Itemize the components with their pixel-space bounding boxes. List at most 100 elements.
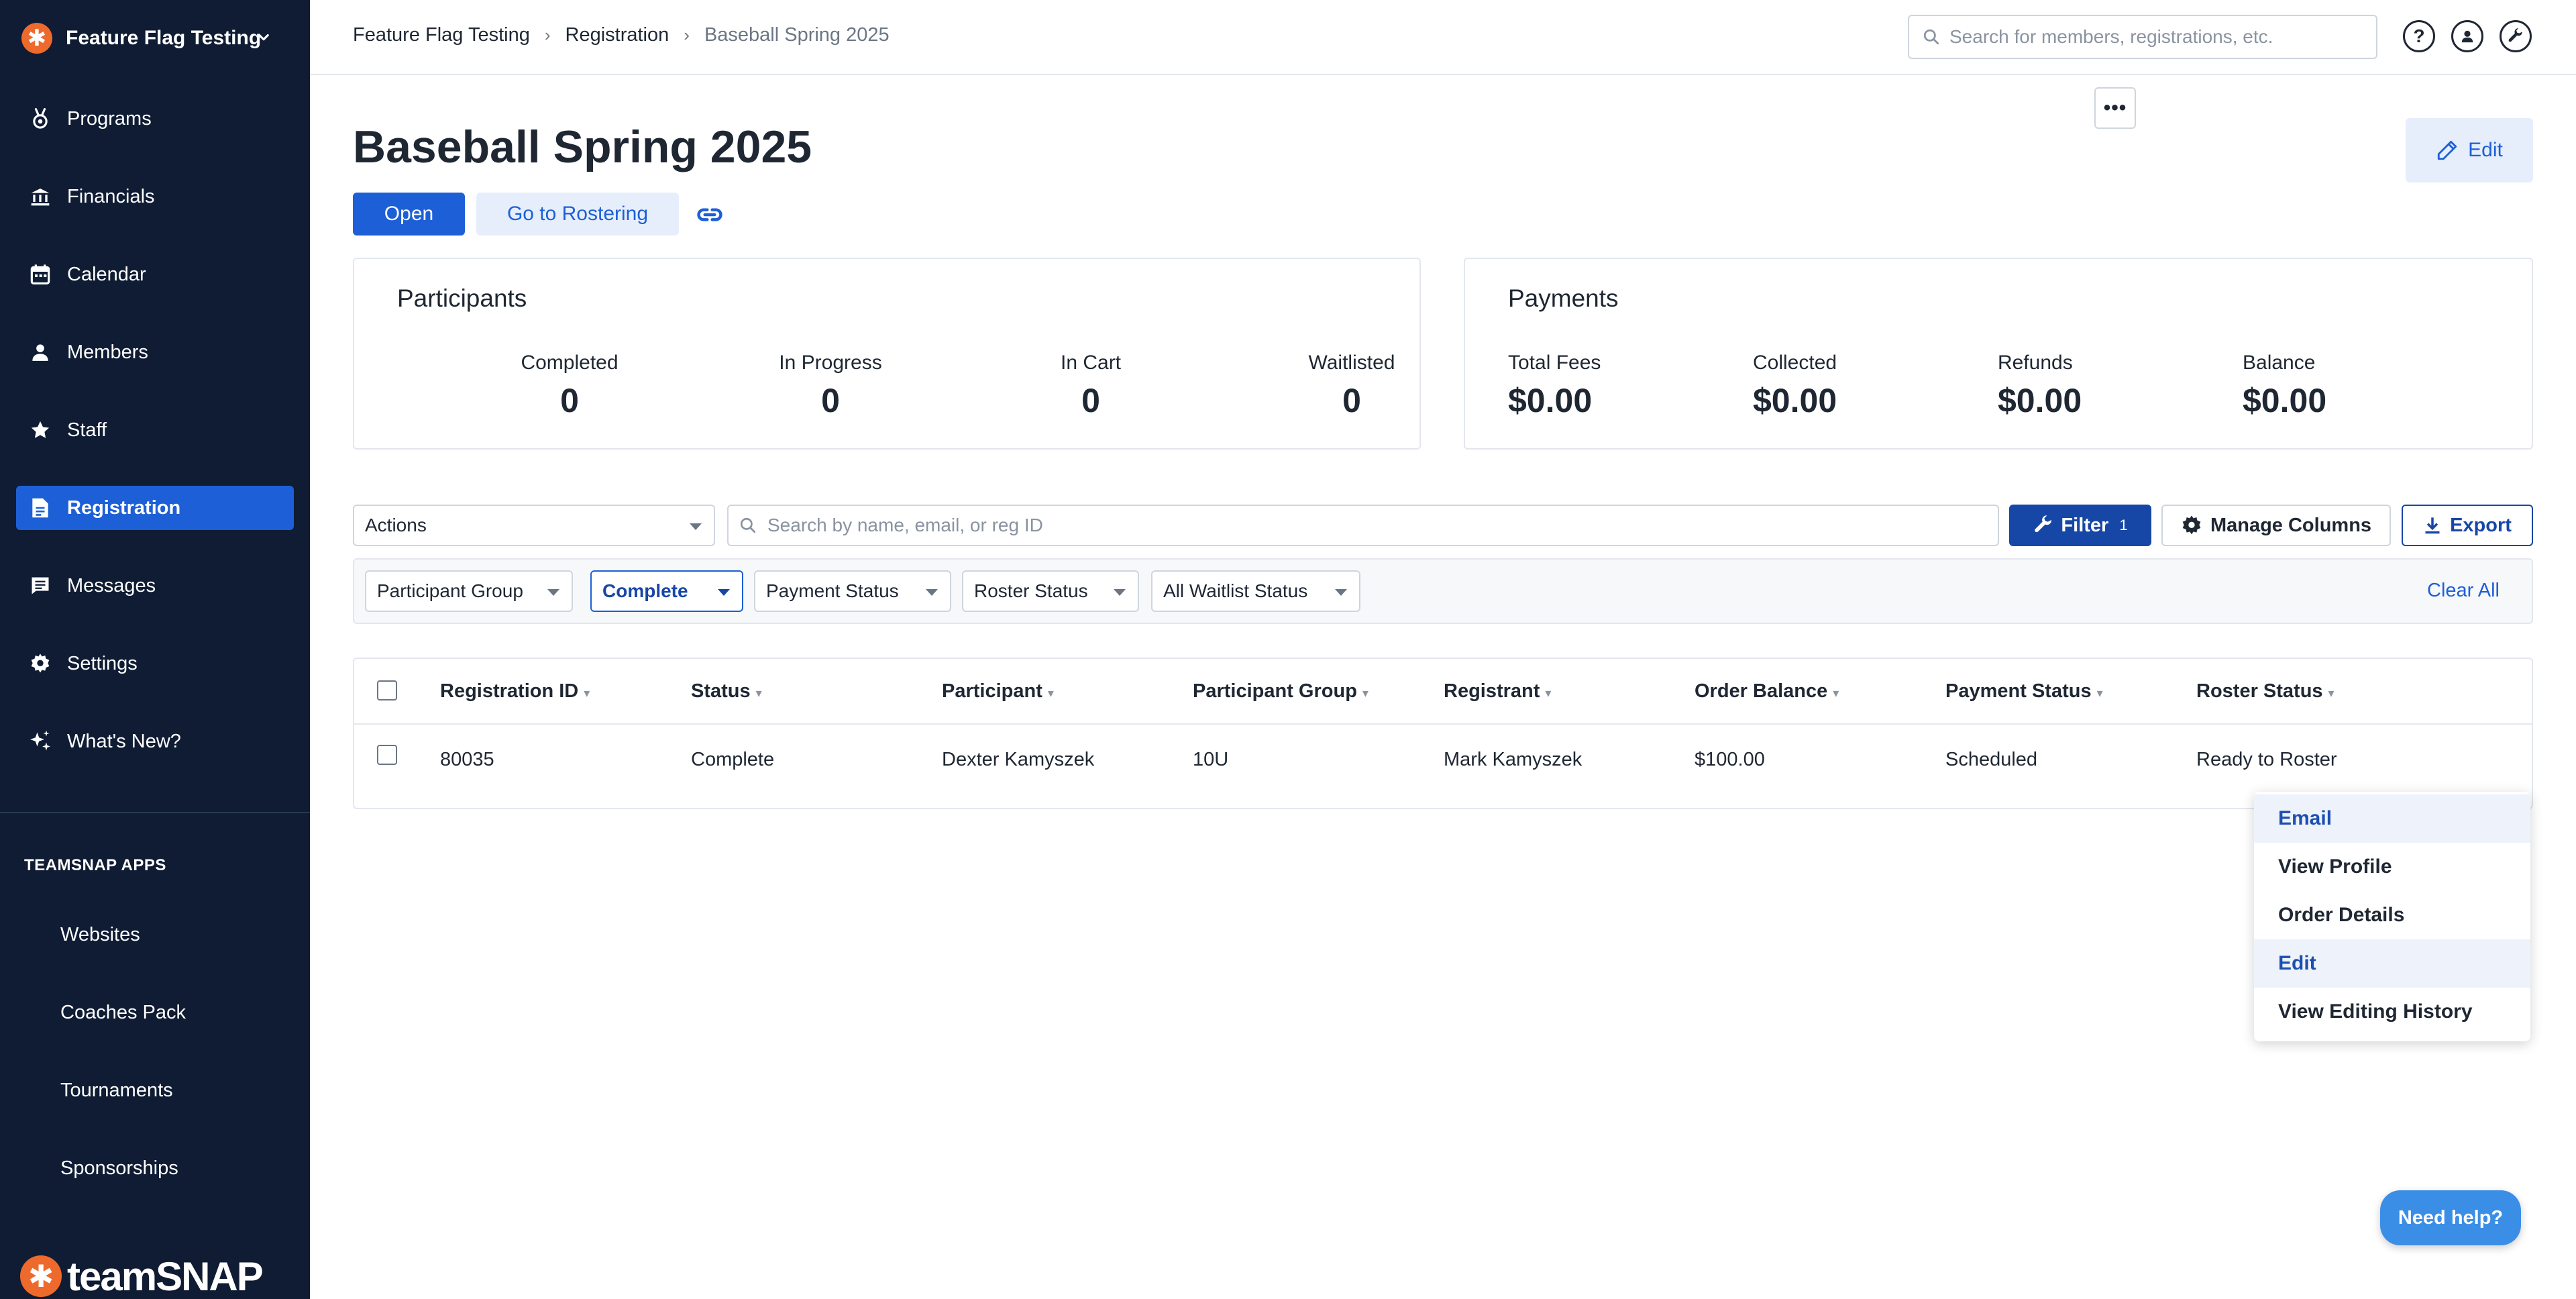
stat-value: 0 xyxy=(560,382,579,419)
cell-payment-status: Scheduled xyxy=(1945,749,2038,770)
need-help-button[interactable]: Need help? xyxy=(2380,1190,2521,1245)
sort-icon: ▾ xyxy=(2096,686,2103,700)
payments-card: Payments Total Fees $0.00 Collected $0.0… xyxy=(1464,258,2533,450)
registration-search[interactable] xyxy=(727,505,1999,546)
column-header-registrant[interactable]: Registrant ▾ xyxy=(1444,680,1551,703)
column-header-status[interactable]: Status ▾ xyxy=(691,680,762,703)
open-status-button[interactable]: Open xyxy=(353,193,465,236)
column-header-label: Participant Group xyxy=(1193,680,1357,702)
wrench-icon xyxy=(2035,515,2052,533)
table-header: Registration ID ▾ Status ▾ Participant ▾ Pa… xyxy=(354,659,2532,725)
cell-order-balance: $100.00 xyxy=(1695,749,1765,770)
sidebar-item-programs[interactable]: Programs xyxy=(16,97,294,141)
row-checkbox[interactable] xyxy=(377,745,397,765)
go-to-rostering-button[interactable]: Go to Rostering xyxy=(476,193,679,236)
app-item-websites[interactable]: Websites xyxy=(60,915,186,954)
sidebar-item-messages[interactable]: Messages xyxy=(16,564,294,608)
sidebar-item-staff[interactable]: Staff xyxy=(16,408,294,452)
link-icon[interactable] xyxy=(695,200,724,229)
app-item-sponsorships[interactable]: Sponsorships xyxy=(60,1149,186,1188)
row-actions-menu: Email View Profile Order Details Edit Vi… xyxy=(2254,792,2530,1041)
column-header-label: Participant xyxy=(942,680,1042,702)
org-switcher[interactable]: ✱ Feature Flag Testing xyxy=(21,19,290,58)
column-header-registration-id[interactable]: Registration ID ▾ xyxy=(440,680,590,703)
top-bar: Feature Flag Testing › Registration › Ba… xyxy=(310,0,2576,75)
roster-status-filter[interactable]: Roster Status xyxy=(962,570,1139,612)
actions-dropdown[interactable]: Actions xyxy=(353,505,715,546)
sidebar-item-label: Programs xyxy=(67,107,152,129)
breadcrumb-org[interactable]: Feature Flag Testing xyxy=(353,24,530,46)
manage-columns-label: Manage Columns xyxy=(2210,514,2372,536)
payment-status-filter[interactable]: Payment Status xyxy=(754,570,951,612)
filter-select-label: Payment Status xyxy=(766,580,899,601)
sidebar-divider xyxy=(0,812,310,813)
sidebar-item-calendar[interactable]: Calendar xyxy=(16,252,294,297)
stat-label: Collected xyxy=(1753,352,1837,374)
help-icon[interactable]: ? xyxy=(2403,20,2435,52)
sort-icon: ▾ xyxy=(1833,686,1839,700)
participants-title: Participants xyxy=(397,284,527,312)
column-header-participant[interactable]: Participant ▾ xyxy=(942,680,1054,703)
cell-participant[interactable]: Dexter Kamyszek xyxy=(942,749,1094,771)
status-filter[interactable]: Complete xyxy=(590,570,743,612)
sidebar-item-settings[interactable]: Settings xyxy=(16,641,294,686)
column-header-label: Registrant xyxy=(1444,680,1540,702)
chevron-down-icon xyxy=(258,34,269,41)
sidebar-item-whats-new[interactable]: What's New? xyxy=(16,719,294,764)
person-icon xyxy=(28,340,52,364)
wrench-icon[interactable] xyxy=(2500,20,2532,52)
filter-label: Filter xyxy=(2061,514,2109,536)
participants-card: Participants Completed 0 In Progress 0 I… xyxy=(353,258,1421,450)
cell-registration-id[interactable]: 80035 xyxy=(440,749,494,771)
caret-down-icon xyxy=(690,523,702,530)
stat-completed: Completed 0 xyxy=(469,352,670,420)
waitlist-status-filter[interactable]: All Waitlist Status xyxy=(1151,570,1360,612)
column-header-payment-status[interactable]: Payment Status ▾ xyxy=(1945,680,2103,703)
sort-icon: ▾ xyxy=(1047,686,1054,700)
registration-search-input[interactable] xyxy=(767,515,1975,536)
menu-item-view-profile[interactable]: View Profile xyxy=(2254,843,2530,891)
row-actions-button[interactable]: ••• xyxy=(2094,87,2136,129)
sidebar-item-label: Calendar xyxy=(67,263,146,285)
bank-icon xyxy=(28,185,52,209)
sidebar-item-financials[interactable]: Financials xyxy=(16,174,294,219)
global-search[interactable] xyxy=(1908,15,2377,59)
stat-label: Total Fees xyxy=(1508,352,1601,374)
filter-count-badge: 1 xyxy=(2119,517,2128,533)
app-item-tournaments[interactable]: Tournaments xyxy=(60,1071,186,1110)
global-search-input[interactable] xyxy=(1949,26,2352,48)
cell-registrant[interactable]: Mark Kamyszek xyxy=(1444,749,1582,771)
breadcrumb-registration[interactable]: Registration xyxy=(566,24,669,46)
caret-down-icon xyxy=(1114,589,1126,596)
column-header-participant-group[interactable]: Participant Group ▾ xyxy=(1193,680,1368,703)
sort-icon: ▾ xyxy=(2328,686,2334,700)
column-header-roster-status[interactable]: Roster Status ▾ xyxy=(2196,680,2334,703)
edit-label: Edit xyxy=(2468,139,2503,161)
caret-down-icon xyxy=(547,589,559,596)
manage-columns-button[interactable]: Manage Columns xyxy=(2161,505,2391,546)
menu-item-email[interactable]: Email xyxy=(2254,794,2530,843)
menu-item-edit[interactable]: Edit xyxy=(2254,939,2530,988)
calendar-icon xyxy=(28,262,52,287)
app-item-coaches-pack[interactable]: Coaches Pack xyxy=(60,993,186,1032)
filter-button[interactable]: Filter 1 xyxy=(2009,505,2151,546)
sidebar-item-registration[interactable]: Registration xyxy=(16,486,294,530)
participant-group-filter[interactable]: Participant Group xyxy=(365,570,573,612)
stat-total-fees: Total Fees $0.00 xyxy=(1508,352,1709,420)
clear-all-link[interactable]: Clear All xyxy=(2427,580,2500,602)
org-name: Feature Flag Testing xyxy=(66,27,262,49)
search-icon xyxy=(1923,29,1939,45)
edit-program-button[interactable]: Edit xyxy=(2406,118,2533,183)
column-header-label: Roster Status xyxy=(2196,680,2323,702)
menu-item-order-details[interactable]: Order Details xyxy=(2254,891,2530,939)
column-header-order-balance[interactable]: Order Balance ▾ xyxy=(1695,680,1839,703)
select-all-checkbox[interactable] xyxy=(377,680,397,700)
menu-item-view-editing-history[interactable]: View Editing History xyxy=(2254,988,2530,1036)
export-button[interactable]: Export xyxy=(2402,505,2533,546)
stat-refunds: Refunds $0.00 xyxy=(1998,352,2199,420)
apps-list: Websites Coaches Pack Tournaments Sponso… xyxy=(60,915,186,1227)
stat-collected: Collected $0.00 xyxy=(1753,352,1954,420)
account-icon[interactable] xyxy=(2451,20,2483,52)
sidebar-item-members[interactable]: Members xyxy=(16,330,294,374)
caret-down-icon xyxy=(1335,589,1347,596)
